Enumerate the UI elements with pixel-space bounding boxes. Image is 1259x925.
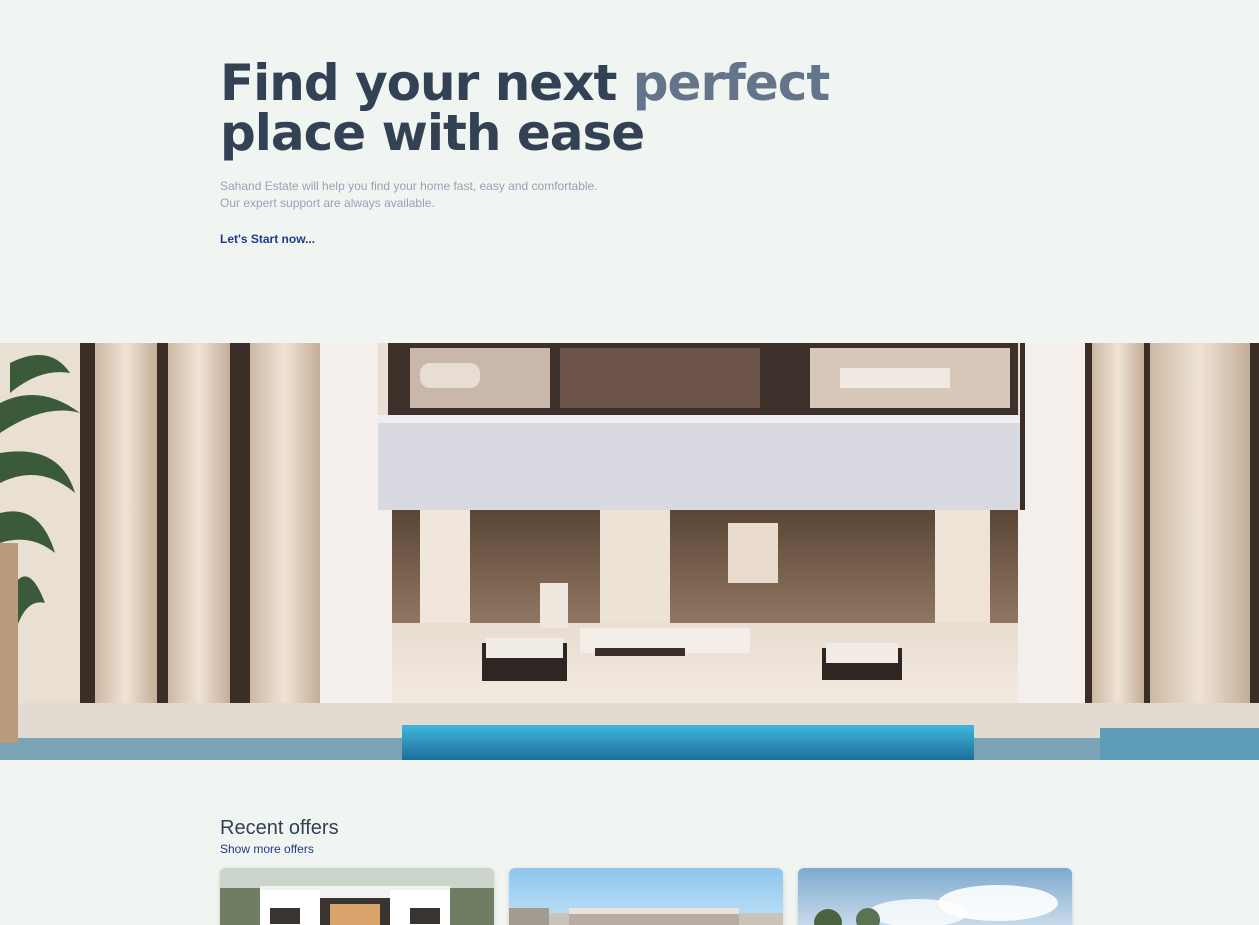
offer-card-image	[798, 868, 1072, 925]
villa-illustration	[0, 343, 1259, 760]
recent-offers-section: Recent offers Show more offers	[220, 816, 1080, 925]
offer-card-image	[220, 868, 494, 925]
recent-offers-heading: Recent offers	[220, 817, 339, 839]
offer-card-image	[509, 868, 783, 925]
hero-banner-image	[0, 343, 1259, 760]
offer-card[interactable]	[220, 868, 494, 925]
hero-title: Find your next perfect place with ease	[220, 58, 980, 158]
hero-description-line1: Sahand Estate will help you find your ho…	[220, 179, 598, 193]
offer-card[interactable]	[509, 868, 783, 925]
show-more-offers-link[interactable]: Show more offers	[220, 842, 314, 856]
hero-title-part2: place with ease	[220, 104, 645, 162]
offer-cards	[220, 868, 1072, 925]
hero-description-line2: Our expert support are always available.	[220, 196, 435, 210]
hero-title-accent: perfect	[632, 54, 831, 112]
start-now-link[interactable]: Let's Start now...	[220, 232, 315, 246]
hero-description: Sahand Estate will help you find your ho…	[220, 178, 980, 212]
offer-card[interactable]	[798, 868, 1072, 925]
hero-section: Find your next perfect place with ease S…	[220, 58, 980, 248]
